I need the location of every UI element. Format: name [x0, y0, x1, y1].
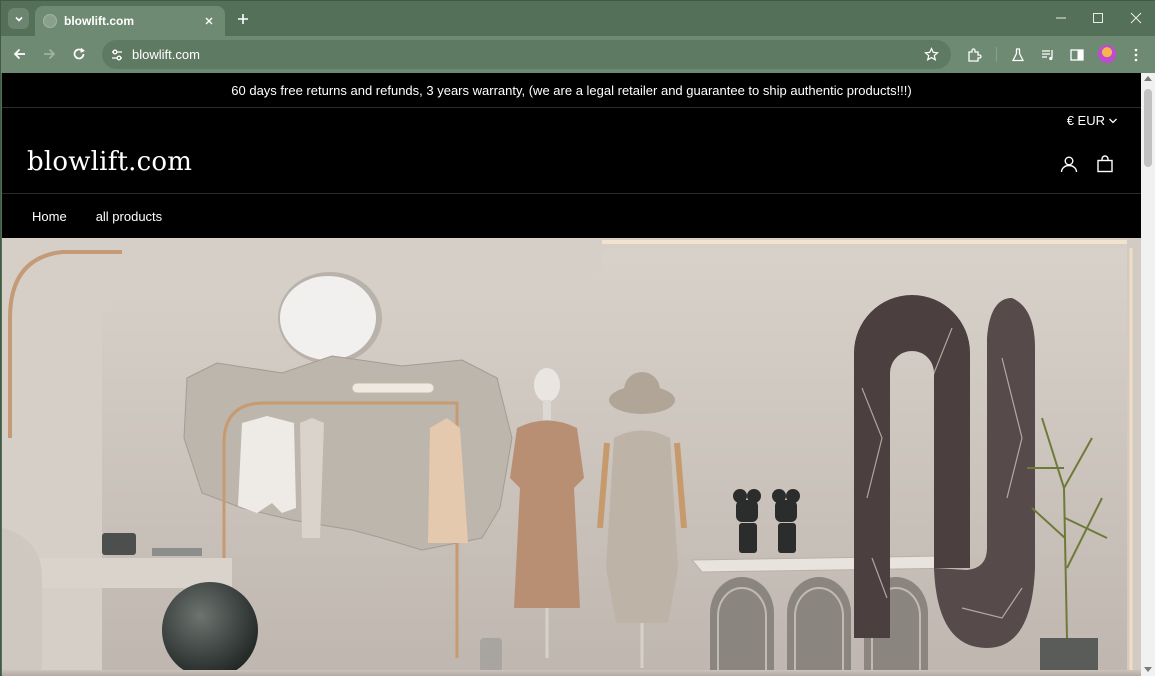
maximize-button[interactable] [1086, 9, 1110, 27]
announcement-bar: 60 days free returns and refunds, 3 year… [2, 73, 1141, 108]
tune-icon [112, 49, 122, 60]
tab-strip: blowlift.com [1, 1, 1155, 36]
tab-close-button[interactable] [201, 13, 217, 29]
back-button[interactable] [9, 44, 31, 64]
cart-button[interactable] [1094, 153, 1116, 175]
account-button[interactable] [1058, 153, 1080, 175]
chevron-down-icon [1109, 118, 1117, 123]
currency-label: € EUR [1066, 113, 1105, 128]
arrow-left-icon [13, 48, 25, 60]
address-bar[interactable]: blowlift.com [102, 40, 951, 69]
browser-tab[interactable]: blowlift.com [35, 6, 225, 36]
browser-menu-button[interactable] [1126, 45, 1146, 65]
close-window-button[interactable] [1124, 9, 1148, 27]
url-text: blowlift.com [132, 47, 200, 62]
page-scrollbar[interactable] [1141, 73, 1155, 676]
store-logo[interactable]: blowlift.com [27, 147, 192, 177]
bookmark-button[interactable] [921, 45, 941, 65]
shopping-bag-icon [1097, 155, 1113, 173]
currency-selector[interactable]: € EUR [1067, 113, 1118, 128]
hero-banner-image [2, 238, 1141, 676]
browser-window: blowlift.com blowlift.com 60 days free r… [0, 0, 1155, 676]
arrow-right-icon [44, 48, 56, 60]
reload-icon [73, 47, 85, 60]
menu-item-all-products[interactable]: all products [96, 209, 162, 224]
page-viewport: 60 days free returns and refunds, 3 year… [2, 73, 1141, 676]
star-icon [923, 47, 939, 62]
extensions-button[interactable] [964, 45, 984, 65]
forward-button[interactable] [38, 44, 60, 64]
maximize-icon [1093, 13, 1103, 23]
menu-item-home[interactable]: Home [32, 209, 67, 224]
favicon-icon [43, 14, 57, 28]
new-tab-button[interactable] [233, 10, 253, 28]
scroll-up-arrow[interactable] [1144, 76, 1152, 81]
plus-icon [238, 14, 248, 24]
tab-title: blowlift.com [64, 14, 134, 28]
hero-scene-illustration [2, 238, 1141, 676]
side-panel-button[interactable] [1067, 45, 1087, 65]
close-icon [1130, 12, 1142, 24]
browser-toolbar: blowlift.com [1, 36, 1155, 73]
kebab-menu-icon [1134, 48, 1138, 62]
minimize-icon [1056, 17, 1066, 19]
queue-music-icon [1042, 50, 1053, 61]
chevron-down-icon [14, 16, 23, 22]
user-icon [1060, 156, 1078, 173]
header-divider [2, 193, 1141, 194]
toolbar-separator [996, 47, 997, 62]
minimize-button[interactable] [1049, 9, 1073, 27]
main-menu: Home all products [32, 209, 162, 224]
site-info-button[interactable] [107, 45, 127, 65]
flask-icon [1011, 48, 1025, 62]
side-panel-icon [1070, 49, 1084, 61]
close-icon [205, 17, 213, 25]
scrollbar-thumb[interactable] [1144, 89, 1152, 167]
reload-button[interactable] [68, 44, 90, 64]
labs-button[interactable] [1008, 45, 1028, 65]
tab-search-button[interactable] [8, 8, 29, 29]
scroll-down-arrow[interactable] [1144, 667, 1152, 672]
puzzle-icon [968, 48, 982, 62]
profile-avatar[interactable] [1098, 45, 1116, 63]
media-control-button[interactable] [1038, 45, 1058, 65]
